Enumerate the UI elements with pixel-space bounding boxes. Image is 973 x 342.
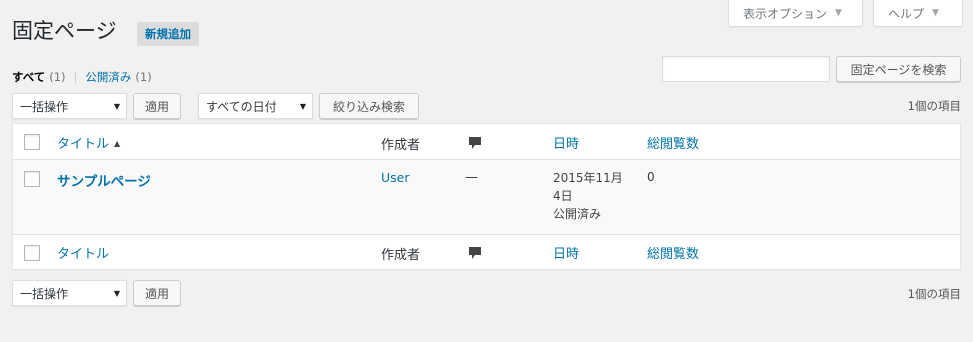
add-new-button[interactable]: 新規追加 [137, 22, 199, 46]
column-author-footer: 作成者 [381, 248, 421, 263]
post-date-line1: 2015年11月 [553, 171, 623, 185]
table-footer-row: タイトル 作成者 日時 総閲覧数 [13, 234, 960, 269]
search-button[interactable]: 固定ページを検索 [836, 56, 961, 82]
filter-button[interactable]: 絞り込み検索 [319, 93, 419, 119]
view-all-link[interactable]: すべて [12, 69, 45, 85]
help-label: ヘルプ [888, 6, 925, 21]
date-filter-select[interactable]: すべての日付 ▼ [198, 93, 313, 119]
sort-ascending-icon: ▲ [114, 139, 121, 148]
dropdown-arrow-icon: ▼ [113, 101, 120, 111]
bulk-action-select-top[interactable]: 一括操作 ▼ [12, 93, 127, 119]
column-title-label: タイトル [57, 137, 110, 152]
post-date-line2: 4日 [553, 189, 573, 203]
post-title-link[interactable]: サンプルページ [57, 170, 151, 190]
column-title-header[interactable]: タイトル ▲ [57, 133, 120, 152]
search-input[interactable] [662, 56, 830, 82]
view-all-count: (1) [49, 70, 66, 84]
items-count-bottom: 1個の項目 [907, 287, 961, 301]
post-comments: — [465, 170, 478, 185]
dropdown-arrow-icon: ▼ [299, 101, 306, 111]
post-date: 2015年11月 4日 公開済み [553, 169, 623, 223]
select-all-checkbox[interactable] [24, 134, 40, 150]
dropdown-arrow-icon: ▼ [113, 288, 120, 298]
column-date-footer[interactable]: 日時 [553, 243, 579, 262]
comment-bubble-icon [469, 137, 481, 149]
apply-button-top[interactable]: 適用 [133, 93, 181, 119]
column-views-footer[interactable]: 総閲覧数 [647, 243, 699, 262]
post-views: 0 [647, 170, 655, 184]
screen-options-label: 表示オプション [743, 6, 828, 21]
column-author-header: 作成者 [381, 138, 421, 153]
select-all-checkbox-footer[interactable] [24, 245, 40, 261]
comment-bubble-icon [469, 247, 481, 259]
post-author-link[interactable]: User [381, 170, 410, 185]
items-count-top: 1個の項目 [907, 99, 961, 113]
bulk-action-select-bottom[interactable]: 一括操作 ▼ [12, 280, 127, 306]
page-title: 固定ページ [12, 19, 117, 43]
apply-button-bottom[interactable]: 適用 [133, 280, 181, 306]
status-views: すべて (1) | 公開済み (1) [12, 69, 152, 85]
pages-table: タイトル ▲ 作成者 日時 総閲覧数 サンプルページ User — 2015年11… [12, 123, 961, 270]
bulk-action-selected: 一括操作 [20, 99, 69, 114]
column-date-header[interactable]: 日時 [553, 133, 579, 152]
view-separator: | [73, 70, 78, 84]
row-checkbox[interactable] [24, 171, 40, 187]
table-header-row: タイトル ▲ 作成者 日時 総閲覧数 [13, 124, 960, 160]
post-status: 公開済み [553, 207, 602, 221]
screen-options-button[interactable]: 表示オプション ▼ [728, 0, 863, 27]
caret-down-icon: ▼ [932, 8, 939, 18]
table-row: サンプルページ User — 2015年11月 4日 公開済み 0 [13, 160, 960, 234]
column-views-header[interactable]: 総閲覧数 [647, 133, 699, 152]
caret-down-icon: ▼ [835, 8, 842, 18]
bulk-action-selected-bottom: 一括操作 [20, 286, 69, 301]
date-filter-selected: すべての日付 [206, 99, 277, 114]
view-published-count: (1) [135, 70, 152, 84]
view-published-link[interactable]: 公開済み [85, 69, 131, 85]
column-title-footer[interactable]: タイトル [57, 243, 109, 262]
help-button[interactable]: ヘルプ ▼ [873, 0, 963, 27]
